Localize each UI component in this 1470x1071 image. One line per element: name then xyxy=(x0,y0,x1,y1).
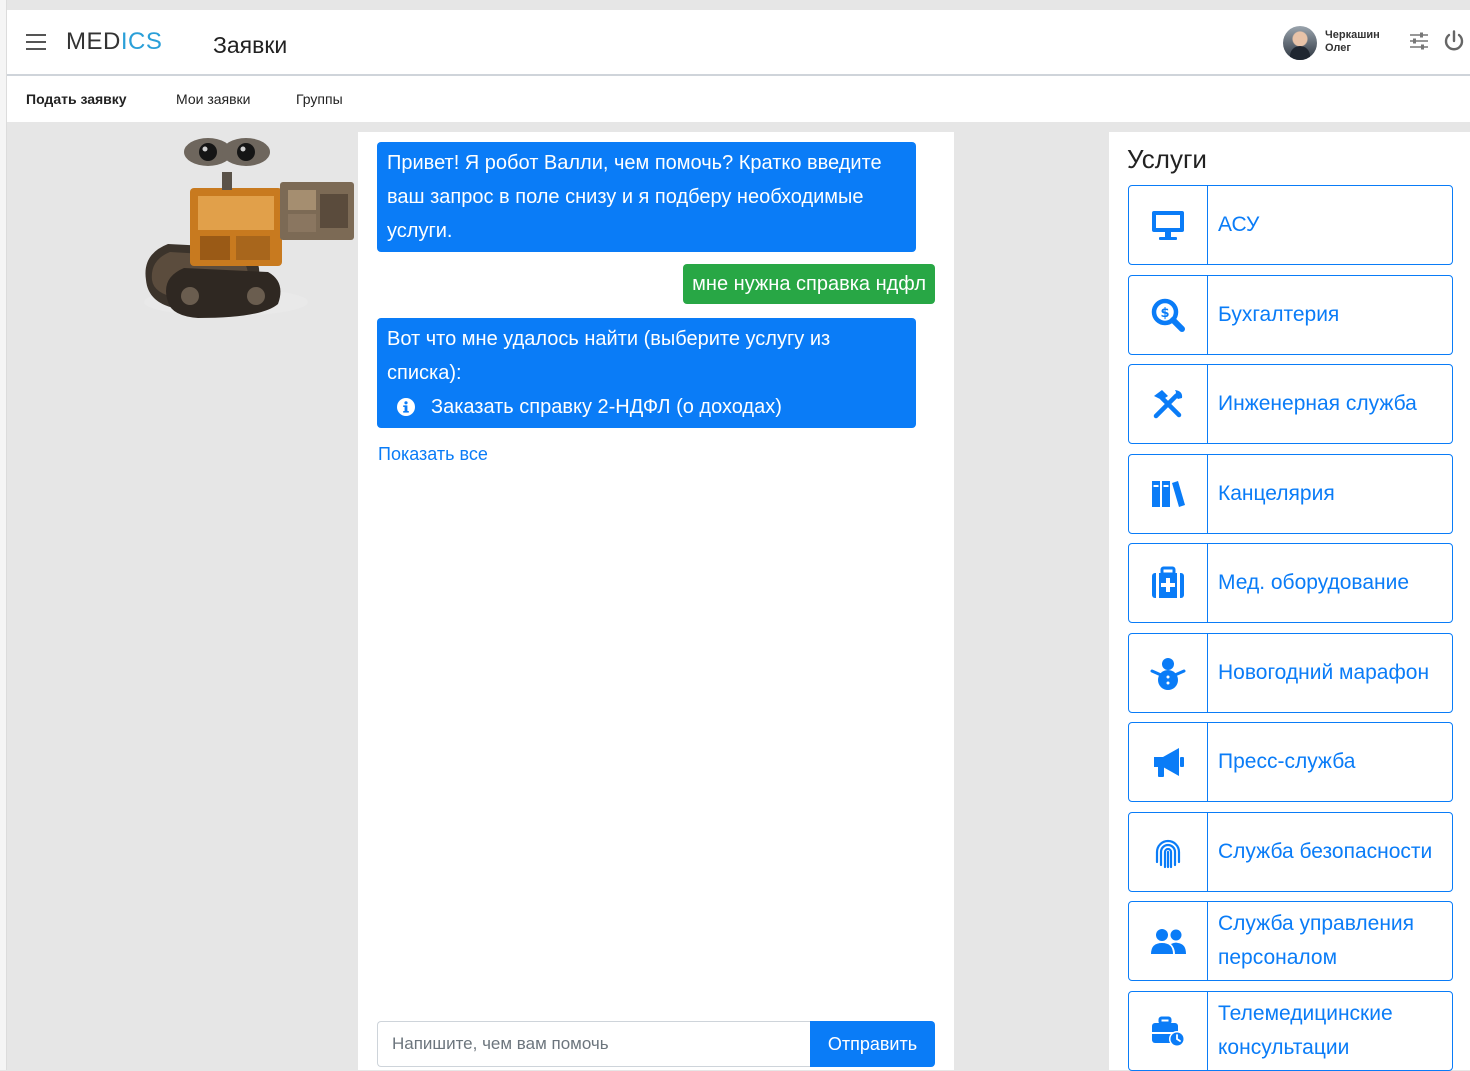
user-name[interactable]: Черкашин Олег xyxy=(1325,29,1380,55)
services-title: Услуги xyxy=(1127,144,1207,174)
bot-result-text: Вот что мне удалось найти (выберите услу… xyxy=(387,328,831,384)
show-all-link[interactable]: Показать все xyxy=(378,444,488,465)
result-service-link[interactable]: Заказать справку 2-НДФЛ (о доходах) xyxy=(387,390,906,424)
books-icon xyxy=(1152,481,1185,507)
svg-text:$: $ xyxy=(1160,306,1169,321)
service-engineering[interactable]: Инженерная служба xyxy=(1128,364,1453,444)
send-button[interactable]: Отправить xyxy=(810,1021,935,1067)
service-label: Новогодний марафон xyxy=(1218,661,1430,684)
robot-front-track xyxy=(166,268,281,318)
hamburger-menu-icon[interactable] xyxy=(26,34,46,50)
users-icon xyxy=(1151,929,1186,954)
service-label: Служба управления персоналом xyxy=(1218,912,1415,969)
service-asu[interactable]: АСУ xyxy=(1128,185,1453,265)
power-logout-icon[interactable] xyxy=(1443,30,1465,52)
bot-result-message: Вот что мне удалось найти (выберите услу… xyxy=(377,318,916,428)
service-security[interactable]: Служба безопасности xyxy=(1128,812,1453,892)
left-edge-strip xyxy=(0,0,7,1070)
service-label: Телемедицинские консультации xyxy=(1218,1002,1393,1059)
services-panel: Услуги АСУ $ Бухгалтерия Инженерная служ… xyxy=(1109,132,1470,1071)
search-dollar-icon: $ xyxy=(1151,298,1185,332)
info-circle-icon xyxy=(397,398,415,416)
service-accounting[interactable]: $ Бухгалтерия xyxy=(1128,275,1453,355)
page-title: Заявки xyxy=(213,32,288,58)
service-press[interactable]: Пресс-служба xyxy=(1128,722,1453,802)
monitor-icon xyxy=(1152,211,1184,240)
user-name-second: Олег xyxy=(1325,42,1351,54)
user-name-first: Черкашин xyxy=(1325,29,1380,41)
robot-arm-box xyxy=(280,182,354,240)
megaphone-icon xyxy=(1154,748,1184,777)
service-hr[interactable]: Служба управления персоналом xyxy=(1128,901,1453,981)
tools-icon xyxy=(1153,390,1183,419)
service-label: Канцелярия xyxy=(1218,482,1335,505)
tab-my-requests[interactable]: Мои заявки xyxy=(176,91,250,107)
user-avatar[interactable] xyxy=(1283,26,1317,60)
chat-message-input[interactable] xyxy=(377,1021,810,1067)
service-telemedicine[interactable]: Телемедицинские консультации xyxy=(1128,991,1453,1071)
sub-navigation: Подать заявку Мои заявки Группы xyxy=(7,76,1470,122)
service-label: Пресс-служба xyxy=(1218,750,1356,773)
chat-form: Отправить xyxy=(377,1021,935,1067)
service-label: Служба безопасности xyxy=(1218,840,1433,863)
service-label: АСУ xyxy=(1218,213,1260,236)
service-label: Инженерная служба xyxy=(1218,392,1417,415)
service-label: Бухгалтерия xyxy=(1218,303,1340,326)
bot-greeting-message: Привет! Я робот Валли, чем помочь? Кратк… xyxy=(377,142,916,252)
chat-panel: Привет! Я робот Валли, чем помочь? Кратк… xyxy=(358,132,954,1070)
snowman-icon xyxy=(1150,658,1186,690)
service-medical-equipment[interactable]: Мед. оборудование xyxy=(1128,543,1453,623)
user-message: мне нужна справка ндфл xyxy=(683,264,935,304)
top-header: MEDICS Заявки Черкашин Олег xyxy=(7,10,1470,76)
tab-groups[interactable]: Группы xyxy=(296,91,343,107)
robot-mascot-illustration xyxy=(144,138,354,318)
brand-logo[interactable]: MEDICS xyxy=(66,28,162,56)
briefcase-clock-icon xyxy=(1152,1016,1185,1047)
brand-part-2: ICS xyxy=(120,28,163,55)
tab-submit-request[interactable]: Подать заявку xyxy=(26,91,127,107)
service-new-year-marathon[interactable]: Новогодний марафон xyxy=(1128,633,1453,713)
robot-eyes xyxy=(184,138,270,166)
fingerprint-icon xyxy=(1155,839,1181,869)
service-office[interactable]: Канцелярия xyxy=(1128,454,1453,534)
service-label: Мед. оборудование xyxy=(1218,571,1410,594)
result-service-label: Заказать справку 2-НДФЛ (о доходах) xyxy=(431,396,782,418)
medkit-icon xyxy=(1152,566,1184,598)
brand-part-1: MED xyxy=(66,28,121,55)
sliders-settings-icon[interactable] xyxy=(1409,32,1429,50)
